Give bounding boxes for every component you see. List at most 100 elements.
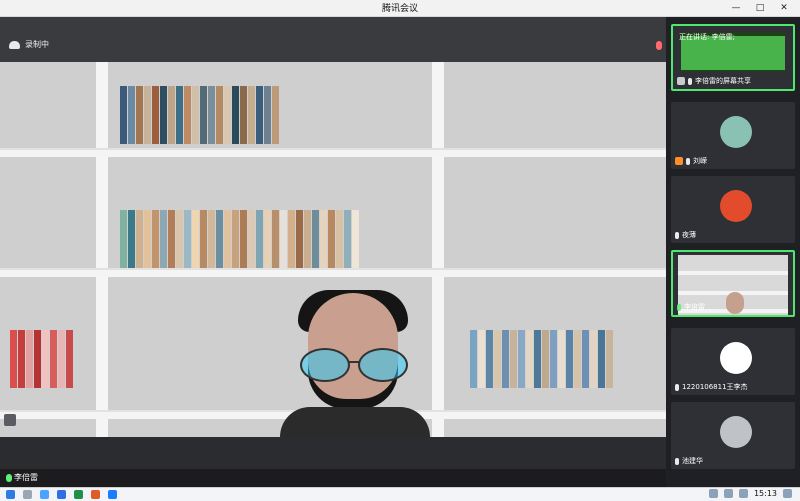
maximize-button[interactable]: □	[754, 2, 766, 14]
book	[42, 330, 49, 388]
participant-tile-active[interactable]: 李倍雷	[671, 250, 795, 317]
avatar	[720, 416, 752, 448]
screen-share-icon	[677, 77, 685, 85]
book	[208, 86, 215, 144]
tile-caption: 夜薄	[675, 230, 696, 240]
host-icon	[675, 157, 683, 165]
taskbar-apps	[6, 489, 117, 500]
book	[264, 210, 271, 268]
book	[184, 210, 191, 268]
tile-caption: 李倍雷的屏幕共享	[677, 76, 751, 86]
participant-tile[interactable]: 池建华	[671, 402, 795, 469]
participant-name: 李倍雷的屏幕共享	[695, 77, 751, 85]
book	[50, 330, 57, 388]
book	[200, 210, 207, 268]
speaker-namebar: 李倍雷	[0, 469, 666, 487]
participant-panel: 正在讲话: 李倍雷; 李倍雷的屏幕共享 刘嵘 夜薄 李倍雷 1220106811…	[666, 17, 800, 487]
participant-name: 池建华	[682, 457, 703, 465]
book	[152, 210, 159, 268]
participant-tile[interactable]: 1220106811王李杰	[671, 328, 795, 395]
network-icon[interactable]	[708, 489, 718, 498]
book	[296, 210, 303, 268]
book	[606, 330, 613, 388]
recording-label: 录制中	[25, 40, 49, 49]
avatar	[720, 190, 752, 222]
participant-tile-screen-share[interactable]: 正在讲话: 李倍雷; 李倍雷的屏幕共享	[671, 24, 795, 91]
book	[264, 86, 271, 144]
powerpoint-icon[interactable]	[91, 490, 100, 499]
participant-name: 1220106811王李杰	[682, 383, 748, 391]
book	[328, 210, 335, 268]
book	[256, 86, 263, 144]
volume-icon[interactable]	[723, 489, 733, 498]
mic-icon	[677, 303, 681, 311]
glasses-lens	[358, 348, 408, 382]
input-method-icon[interactable]	[738, 489, 748, 498]
book	[152, 86, 159, 144]
book	[344, 210, 351, 268]
book	[248, 210, 255, 268]
book	[192, 210, 199, 268]
tile-caption: 1220106811王李杰	[675, 382, 748, 392]
book-row	[470, 330, 613, 388]
close-button[interactable]: ✕	[778, 2, 790, 14]
search-icon[interactable]	[23, 490, 32, 499]
video-person	[280, 290, 430, 437]
participant-name: 刘嵘	[693, 157, 707, 165]
taskbar: 15:13	[0, 487, 800, 501]
avatar	[720, 342, 752, 374]
windows-icon[interactable]	[6, 490, 15, 499]
clock-time[interactable]: 15:13	[754, 489, 777, 498]
mic-icon	[686, 157, 690, 165]
stage-top-bar: 录制中	[0, 17, 666, 62]
browser-icon[interactable]	[40, 490, 49, 499]
book	[176, 86, 183, 144]
participant-tile[interactable]: 刘嵘	[671, 102, 795, 169]
avatar	[720, 116, 752, 148]
participant-name: 李倍雷	[684, 303, 705, 311]
meeting-app-icon[interactable]	[108, 490, 117, 499]
tile-caption: 李倍雷	[677, 302, 705, 312]
window-controls: — □ ✕	[730, 0, 790, 16]
book	[494, 330, 501, 388]
cloud-record-icon[interactable]	[9, 41, 20, 49]
side-control[interactable]	[4, 414, 16, 426]
word-icon[interactable]	[57, 490, 66, 499]
glasses-lens	[300, 348, 350, 382]
book	[558, 330, 565, 388]
book	[26, 330, 33, 388]
notifications-icon[interactable]	[783, 489, 792, 498]
book	[128, 86, 135, 144]
participant-tile[interactable]: 夜薄	[671, 176, 795, 243]
main-video-stage[interactable]: 录制中 李倍雷	[0, 17, 666, 487]
book	[184, 86, 191, 144]
book	[526, 330, 533, 388]
minimize-button[interactable]: —	[730, 2, 742, 14]
book-row	[120, 210, 359, 268]
book	[312, 210, 319, 268]
excel-icon[interactable]	[74, 490, 83, 499]
book	[240, 86, 247, 144]
video-bookshelf-scene	[0, 62, 666, 437]
book	[208, 210, 215, 268]
book	[120, 210, 127, 268]
mic-icon	[656, 41, 662, 50]
book	[168, 86, 175, 144]
book	[598, 330, 605, 388]
window-title: 腾讯会议	[381, 4, 418, 14]
mic-icon	[675, 231, 679, 239]
shelf-row	[0, 148, 666, 157]
book	[160, 210, 167, 268]
book	[232, 210, 239, 268]
book	[478, 330, 485, 388]
book	[320, 210, 327, 268]
mic-icon	[675, 383, 679, 391]
face	[726, 292, 744, 314]
shelf-post	[96, 62, 108, 437]
book	[510, 330, 517, 388]
book	[470, 330, 477, 388]
book	[566, 330, 573, 388]
tile-caption: 池建华	[675, 456, 703, 466]
book-row	[10, 330, 73, 388]
book	[288, 210, 295, 268]
